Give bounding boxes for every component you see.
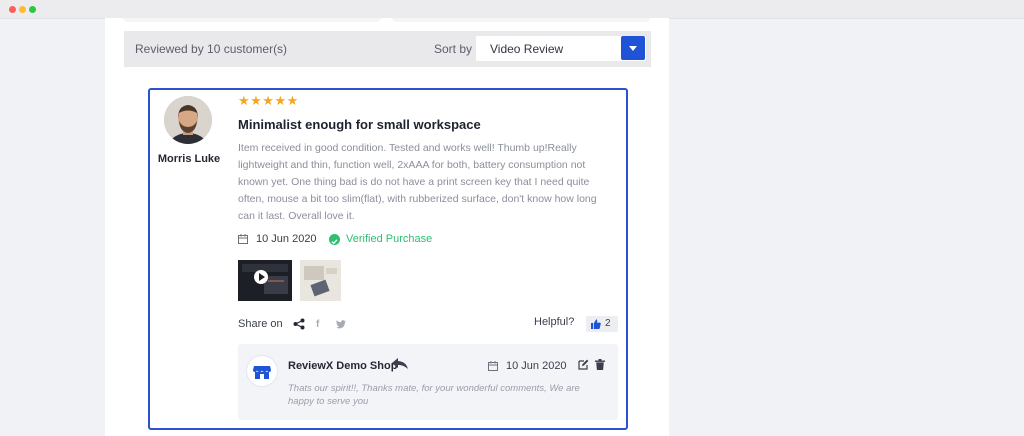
sort-dropdown-button[interactable] xyxy=(621,36,645,60)
review-date: 10 Jun 2020 xyxy=(256,233,317,245)
reply-arrow-icon xyxy=(392,358,408,369)
review-body: Item received in good condition. Tested … xyxy=(238,142,597,222)
twitter-icon[interactable] xyxy=(336,320,346,329)
sort-label: Sort by xyxy=(434,42,473,56)
edit-icon[interactable] xyxy=(578,359,589,370)
facebook-icon[interactable]: f xyxy=(316,319,319,330)
review-image-thumbnail[interactable] xyxy=(300,260,341,301)
panel-bottom-edge xyxy=(392,18,650,22)
play-icon[interactable] xyxy=(254,270,268,284)
reply-text: Thats our spirit!!, Thanks mate, for you… xyxy=(288,383,580,407)
review-card: Morris Luke ★★★★★ Minimalist enough for … xyxy=(148,88,628,430)
chevron-down-icon xyxy=(629,46,637,51)
check-circle-icon xyxy=(329,234,340,245)
thumbs-up-icon xyxy=(591,319,601,329)
review-video-thumbnail[interactable] xyxy=(238,260,292,301)
store-icon xyxy=(246,355,278,387)
sort-select-value: Video Review xyxy=(490,42,564,56)
shop-name: ReviewX Demo Shop xyxy=(288,360,398,372)
maximize-window-dot[interactable] xyxy=(29,6,36,13)
close-window-dot[interactable] xyxy=(9,6,16,13)
reviewer-name: Morris Luke xyxy=(157,153,221,165)
verified-purchase-badge: Verified Purchase xyxy=(346,233,433,245)
browser-titlebar xyxy=(0,0,1024,19)
reply-date: 10 Jun 2020 xyxy=(506,360,567,372)
calendar-icon xyxy=(238,234,248,244)
trash-icon[interactable] xyxy=(595,359,605,370)
avatar xyxy=(164,96,212,144)
share-label: Share on xyxy=(238,318,283,330)
review-count-text: Reviewed by 10 customer(s) xyxy=(135,42,288,56)
review-title: Minimalist enough for small workspace xyxy=(238,117,481,132)
helpful-count: 2 xyxy=(605,318,611,329)
star-rating: ★★★★★ xyxy=(238,93,299,108)
share-icon[interactable] xyxy=(293,318,305,330)
calendar-icon xyxy=(488,361,498,371)
panel-bottom-edge xyxy=(123,18,381,22)
helpful-label: Helpful? xyxy=(534,316,575,328)
minimize-window-dot[interactable] xyxy=(19,6,26,13)
helpful-button[interactable]: 2 xyxy=(586,316,618,332)
review-sort-bar: Reviewed by 10 customer(s) Sort by Video… xyxy=(124,31,651,67)
shop-reply: ReviewX Demo Shop 10 Jun 2020 Thats our … xyxy=(238,344,618,420)
